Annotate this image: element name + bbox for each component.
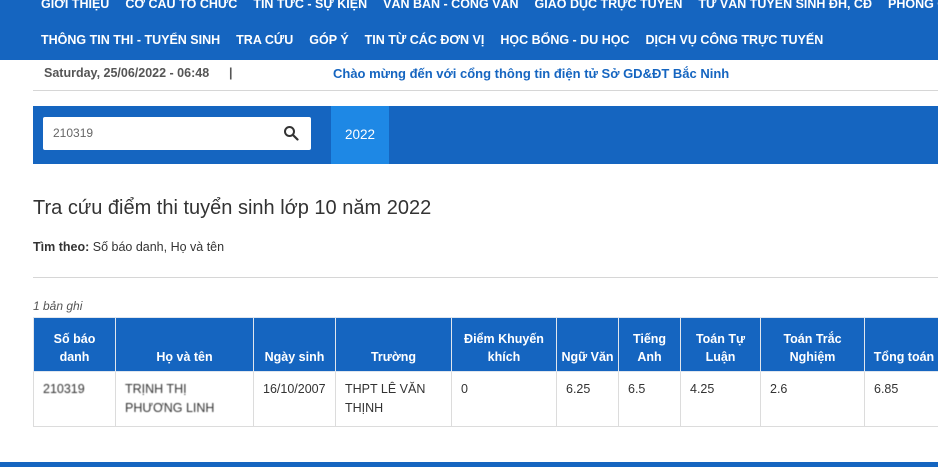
results-table: Số báo danh Họ và tên Ngày sinh Trường Đ… [33, 317, 938, 427]
top-navigation: GIỚI THIỆU CƠ CẤU TỔ CHỨC TIN TỨC - SỰ K… [0, 0, 938, 60]
nav-item-gioi-thieu[interactable]: GIỚI THIỆU [0, 0, 117, 14]
info-separator: | [229, 66, 233, 80]
search-criteria-value: Số báo danh, Họ và tên [92, 240, 225, 254]
cell-toan-trac-nghiem: 2.6 [760, 371, 865, 427]
col-header-truong: Trường [335, 317, 452, 372]
search-icon[interactable] [283, 125, 299, 141]
col-header-ho-va-ten: Họ và tên [115, 317, 254, 372]
search-band: 2022 [33, 106, 938, 164]
cell-tieng-anh: 6.5 [618, 371, 681, 427]
nav-item-dich-vu-cong[interactable]: DỊCH VỤ CÔNG TRỰC TUYẾN [638, 30, 832, 50]
cell-so-bao-danh: 210319 [33, 371, 116, 427]
col-header-toan-trac-nghiem: Toán Trắc Nghiệm [760, 317, 865, 372]
cell-ngu-van: 6.25 [556, 371, 619, 427]
welcome-marquee: Chào mừng đến với cổng thông tin điện tử… [333, 66, 730, 81]
cell-truong: THPT LÊ VĂN THỊNH [335, 371, 452, 427]
col-header-so-bao-danh: Số báo danh [33, 317, 116, 372]
table-row: 210319 TRỊNH THỊ PHƯƠNG LINH 16/10/2007 … [33, 371, 938, 427]
info-bar: Saturday, 25/06/2022 - 06:48 | Chào mừng… [33, 60, 938, 91]
nav-item-gop-y[interactable]: GÓP Ý [301, 30, 356, 50]
cell-ngay-sinh: 16/10/2007 [253, 371, 336, 427]
cell-diem-khuyen-khich: 0 [451, 371, 557, 427]
nav-item-co-cau-to-chuc[interactable]: CƠ CẤU TỔ CHỨC [117, 0, 245, 14]
col-header-toan-tu-luan: Toán Tự Luận [680, 317, 761, 372]
divider [33, 277, 938, 278]
year-tab-2022[interactable]: 2022 [331, 106, 389, 164]
search-input[interactable] [53, 123, 273, 143]
col-header-ngu-van: Ngữ Văn [556, 317, 619, 372]
table-header-row: Số báo danh Họ và tên Ngày sinh Trường Đ… [33, 317, 938, 372]
nav-item-tra-cuu[interactable]: TRA CỨU [228, 30, 301, 50]
col-header-tieng-anh: Tiếng Anh [618, 317, 681, 372]
nav-item-giao-duc-truc-tuyen[interactable]: GIÁO DỤC TRỰC TUYẾN [527, 0, 691, 14]
search-criteria-label: Tìm theo: [33, 240, 90, 254]
page-title: Tra cứu điểm thi tuyển sinh lớp 10 năm 2… [33, 197, 432, 219]
search-box [43, 117, 311, 150]
nav-item-tin-tu-cac-don-vi[interactable]: TIN TỪ CÁC ĐƠN VỊ [357, 30, 493, 50]
nav-item-van-ban-cong-van[interactable]: VĂN BẢN - CÔNG VĂN [375, 0, 526, 14]
nav-row-1: GIỚI THIỆU CƠ CẤU TỔ CHỨC TIN TỨC - SỰ K… [0, 0, 938, 14]
record-count: 1 bản ghi [33, 299, 83, 313]
nav-item-phong-chong[interactable]: PHÒNG CHỐNG [880, 0, 938, 14]
col-header-tong-toan: Tổng toán [864, 317, 938, 372]
col-header-diem-khuyen-khich: Điểm Khuyến khích [451, 317, 557, 372]
nav-item-tu-van-tuyen-sinh[interactable]: TƯ VẤN TUYỂN SINH ĐH, CĐ [690, 0, 880, 14]
current-date: Saturday, 25/06/2022 - 06:48 [44, 66, 210, 80]
cell-toan-tu-luan: 4.25 [680, 371, 761, 427]
nav-item-thong-tin-thi[interactable]: THÔNG TIN THI - TUYỂN SINH [0, 30, 228, 50]
col-header-ngay-sinh: Ngày sinh [253, 317, 336, 372]
nav-item-hoc-bong-du-hoc[interactable]: HỌC BỔNG - DU HỌC [492, 30, 637, 50]
cell-tong-toan: 6.85 [864, 371, 938, 427]
nav-row-2: THÔNG TIN THI - TUYỂN SINH TRA CỨU GÓP Ý… [0, 30, 831, 50]
cell-ho-va-ten: TRỊNH THỊ PHƯƠNG LINH [115, 371, 254, 427]
search-criteria: Tìm theo: Số báo danh, Họ và tên [33, 240, 224, 254]
footer-bar [0, 462, 938, 467]
nav-item-tin-tuc-su-kien[interactable]: TIN TỨC - SỰ KIỆN [245, 0, 375, 14]
